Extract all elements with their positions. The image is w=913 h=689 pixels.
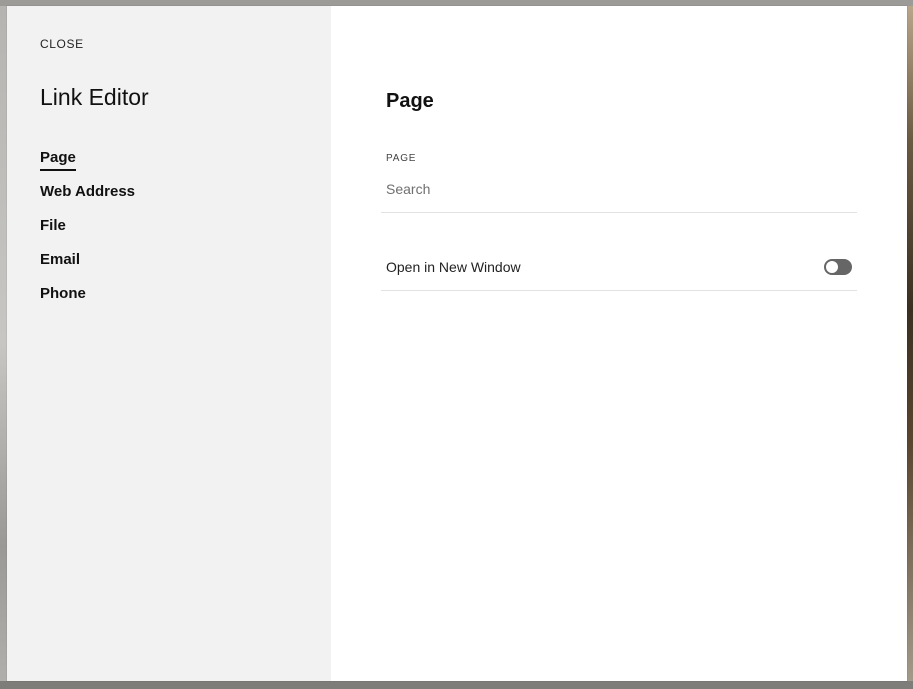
sidebar-title: Link Editor bbox=[40, 84, 149, 110]
sidebar-item-email[interactable]: Email bbox=[40, 250, 135, 284]
divider bbox=[381, 290, 857, 291]
backdrop-bottom bbox=[0, 681, 913, 689]
sidebar-item-label: Phone bbox=[40, 285, 86, 302]
link-editor-modal: CLOSE Link Editor Page Web Address File … bbox=[7, 6, 907, 681]
sidebar-item-file[interactable]: File bbox=[40, 216, 135, 250]
main-panel: Page PAGE Open in New Window bbox=[331, 6, 907, 681]
sidebar-item-label: File bbox=[40, 217, 66, 234]
sidebar-item-label: Email bbox=[40, 251, 81, 268]
link-type-nav: Page Web Address File Email Phone bbox=[40, 148, 135, 318]
sidebar-item-web-address[interactable]: Web Address bbox=[40, 182, 135, 216]
sidebar-item-label: Web Address bbox=[40, 183, 136, 200]
sidebar: CLOSE Link Editor Page Web Address File … bbox=[7, 6, 331, 681]
panel-title: Page bbox=[386, 90, 434, 112]
page-field-label: PAGE bbox=[386, 153, 417, 164]
open-new-window-toggle[interactable] bbox=[824, 259, 852, 275]
sidebar-item-phone[interactable]: Phone bbox=[40, 284, 135, 318]
page-search-input[interactable] bbox=[386, 178, 856, 200]
sidebar-item-page[interactable]: Page bbox=[40, 148, 135, 182]
open-new-window-label: Open in New Window bbox=[386, 259, 521, 275]
close-button[interactable]: CLOSE bbox=[40, 37, 84, 51]
backdrop-left bbox=[0, 6, 7, 681]
divider bbox=[381, 212, 857, 213]
sidebar-item-label: Page bbox=[40, 148, 76, 171]
toggle-knob bbox=[826, 261, 838, 273]
backdrop-right bbox=[907, 6, 913, 681]
